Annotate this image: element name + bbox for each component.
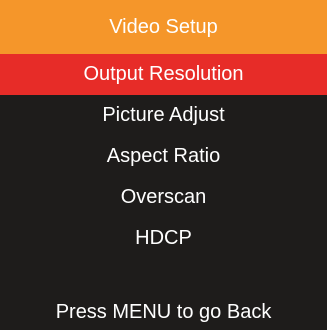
- menu-item-label: Picture Adjust: [102, 104, 225, 126]
- menu-item-label: Aspect Ratio: [106, 145, 221, 167]
- menu-item-output-resolution[interactable]: Output Resolution: [0, 54, 327, 95]
- menu-item-label: HDCP: [135, 227, 192, 249]
- menu-item-hdcp[interactable]: HDCP: [0, 218, 327, 259]
- menu-item-overscan[interactable]: Overscan: [0, 177, 327, 218]
- menu-item-aspect-ratio[interactable]: Aspect Ratio: [0, 136, 327, 177]
- menu-title: Video Setup: [109, 15, 218, 38]
- back-hint-text: Press MENU to go Back: [55, 300, 272, 323]
- menu-title-bar: Video Setup: [0, 0, 327, 54]
- menu-list: Output Resolution Picture Adjust Aspect …: [0, 54, 327, 259]
- menu-item-label: Output Resolution: [83, 63, 244, 85]
- menu-item-picture-adjust[interactable]: Picture Adjust: [0, 95, 327, 136]
- osd-menu-panel: Video Setup Output Resolution Picture Ad…: [0, 0, 327, 330]
- back-hint: Press MENU to go Back: [0, 294, 327, 330]
- menu-item-label: Overscan: [120, 186, 207, 208]
